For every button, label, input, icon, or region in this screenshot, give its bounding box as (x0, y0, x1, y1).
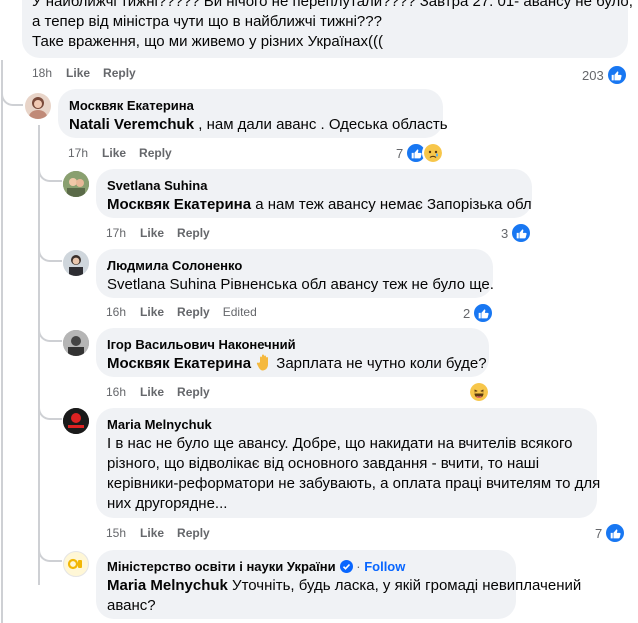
comment-time[interactable]: 15h (106, 526, 126, 540)
reply-reactions-2[interactable]: 3 (501, 222, 533, 244)
reply-actions-3: 16h Like Reply Edited (106, 305, 270, 319)
comment-text: Maria Melnychuk Уточніть, будь ласка, у … (107, 576, 581, 596)
like-button[interactable]: Like (140, 385, 164, 399)
haha-icon (468, 381, 490, 403)
comment-text-line-2: аванс? (107, 597, 156, 614)
reply-actions-1: 17h Like Reply (68, 146, 185, 160)
comment-time[interactable]: 17h (106, 226, 126, 240)
reply-bubble-3: Людмила Солоненко Svetlana Suhina Рівнен… (96, 249, 494, 298)
thread-curve-1 (1, 84, 23, 106)
like-icon (605, 64, 628, 86)
like-button[interactable]: Like (66, 66, 90, 80)
reply-button[interactable]: Reply (177, 305, 210, 319)
reply-reactions-1[interactable]: 7 (396, 142, 445, 164)
reaction-count: 7 (595, 525, 603, 541)
comment-time[interactable]: 18h (32, 66, 52, 80)
reply-button[interactable]: Reply (139, 146, 172, 160)
comment-author[interactable]: Міністерство освіти і науки України (107, 559, 336, 574)
comment-author[interactable]: Ігор Васильович Наконечний (107, 336, 478, 353)
separator-dot: · (352, 559, 365, 574)
top-comment-actions: 18h Like Reply (32, 66, 149, 80)
top-comment-line-1: У найближчі тижні????? Ви нічого не пере… (32, 0, 633, 10)
avatar-moskvyak[interactable] (25, 93, 51, 119)
reply-actions-4: 16h Like Reply (106, 385, 223, 399)
reply-bubble-1: Москвяк Екатерина Natali Veremchuk , нам… (58, 89, 448, 138)
follow-button[interactable]: Follow (364, 559, 405, 574)
comment-time[interactable]: 17h (68, 146, 88, 160)
comment-text-body: а нам теж авансу немає Запорізька обл (251, 196, 532, 213)
comment-author-row: Міністерство освіти і науки України · Fo… (107, 558, 505, 575)
like-button[interactable]: Like (102, 146, 126, 160)
reply-bubble-4: Ігор Васильович Наконечний Москвяк Екате… (96, 328, 489, 377)
top-comment-reactions[interactable]: 203 (582, 64, 628, 86)
waving-hand-emoji (256, 354, 272, 377)
thread-curve-4 (38, 320, 62, 342)
top-comment-line-3: Таке враження, що ми живемо у різних Укр… (32, 33, 383, 50)
like-button[interactable]: Like (140, 226, 164, 240)
reply-button[interactable]: Reply (103, 66, 136, 80)
reply-reactions-5[interactable]: 7 (595, 522, 627, 544)
reaction-count: 2 (463, 305, 471, 321)
comment-author[interactable]: Svetlana Suhina (107, 177, 521, 194)
reply-button[interactable]: Reply (177, 226, 210, 240)
comment-text: Natali Veremchuk , нам дали аванс . Одес… (69, 115, 448, 135)
comment-text-line-3: керівники-реформатори не забувають, а оп… (107, 475, 601, 492)
thread-line-nested (38, 125, 40, 585)
avatar-ihor[interactable] (63, 330, 89, 356)
reaction-count: 7 (396, 145, 404, 161)
comment-time[interactable]: 16h (106, 385, 126, 399)
reply-button[interactable]: Reply (177, 526, 210, 540)
comment-text: Москвяк Екатерина Зарплата не чутно коли… (107, 354, 487, 377)
comment-time[interactable]: 16h (106, 305, 126, 319)
reply-bubble-6: Міністерство освіти і науки України · Fo… (96, 550, 581, 619)
top-comment-line-2: а тепер від міністра чути що в найближчі… (32, 13, 382, 30)
reaction-count: 203 (582, 67, 604, 83)
comment-text-line-1: І в нас не було ще авансу. Добре, що нак… (107, 435, 573, 452)
mention-link[interactable]: Maria Melnychuk (107, 577, 228, 594)
verified-badge-icon (339, 560, 353, 573)
reply-reactions-4[interactable] (468, 381, 490, 403)
avatar-maria[interactable] (63, 408, 89, 434)
thread-line-main (1, 60, 3, 623)
avatar-svetlana[interactable] (63, 171, 89, 197)
comment-text: Москвяк Екатерина а нам теж авансу немає… (107, 195, 532, 215)
like-icon (472, 302, 495, 324)
mention-link[interactable]: Natali Veremchuk (69, 116, 194, 133)
avatar-liudmyla[interactable] (63, 250, 89, 276)
sad-icon (422, 142, 445, 164)
comment-text: Svetlana Suhina Рівненська обл авансу те… (107, 276, 494, 293)
comment-text-line-4: них другорядне... (107, 495, 228, 512)
comment-author[interactable]: Maria Melnychuk (107, 416, 586, 433)
thread-curve-3 (38, 240, 62, 262)
comment-author[interactable]: Москвяк Екатерина (69, 97, 432, 114)
comment-text-line-2: різного, що відволікає від основного зав… (107, 455, 540, 472)
thread-curve-6 (38, 540, 62, 562)
reply-reactions-3[interactable]: 2 (463, 302, 495, 324)
top-comment-bubble: У найближчі тижні????? Ви нічого не пере… (22, 0, 633, 58)
comment-text-body: Зарплата не чутно коли буде? (272, 355, 487, 372)
thread-curve-5 (38, 398, 62, 420)
mention-link[interactable]: Москвяк Екатерина (107, 196, 251, 213)
reply-bubble-5: Maria Melnychuk І в нас не було ще аванс… (96, 408, 601, 518)
reply-bubble-2: Svetlana Suhina Москвяк Екатерина а нам … (96, 169, 532, 218)
comment-text-body: , нам дали аванс . Одеська область (194, 116, 448, 133)
reply-button[interactable]: Reply (177, 385, 210, 399)
comment-author[interactable]: Людмила Солоненко (107, 257, 482, 274)
comment-text-body: Уточніть, будь ласка, у якій громаді нев… (227, 577, 582, 594)
like-button[interactable]: Like (140, 526, 164, 540)
avatar-ministry[interactable] (63, 551, 89, 577)
mention-link[interactable]: Москвяк Екатерина (107, 355, 251, 372)
thread-curve-2 (38, 160, 62, 182)
reply-actions-5: 15h Like Reply (106, 526, 223, 540)
like-icon (510, 222, 533, 244)
like-icon (604, 522, 627, 544)
like-button[interactable]: Like (140, 305, 164, 319)
reply-actions-2: 17h Like Reply (106, 226, 223, 240)
edited-label[interactable]: Edited (223, 305, 257, 319)
reaction-count: 3 (501, 225, 509, 241)
